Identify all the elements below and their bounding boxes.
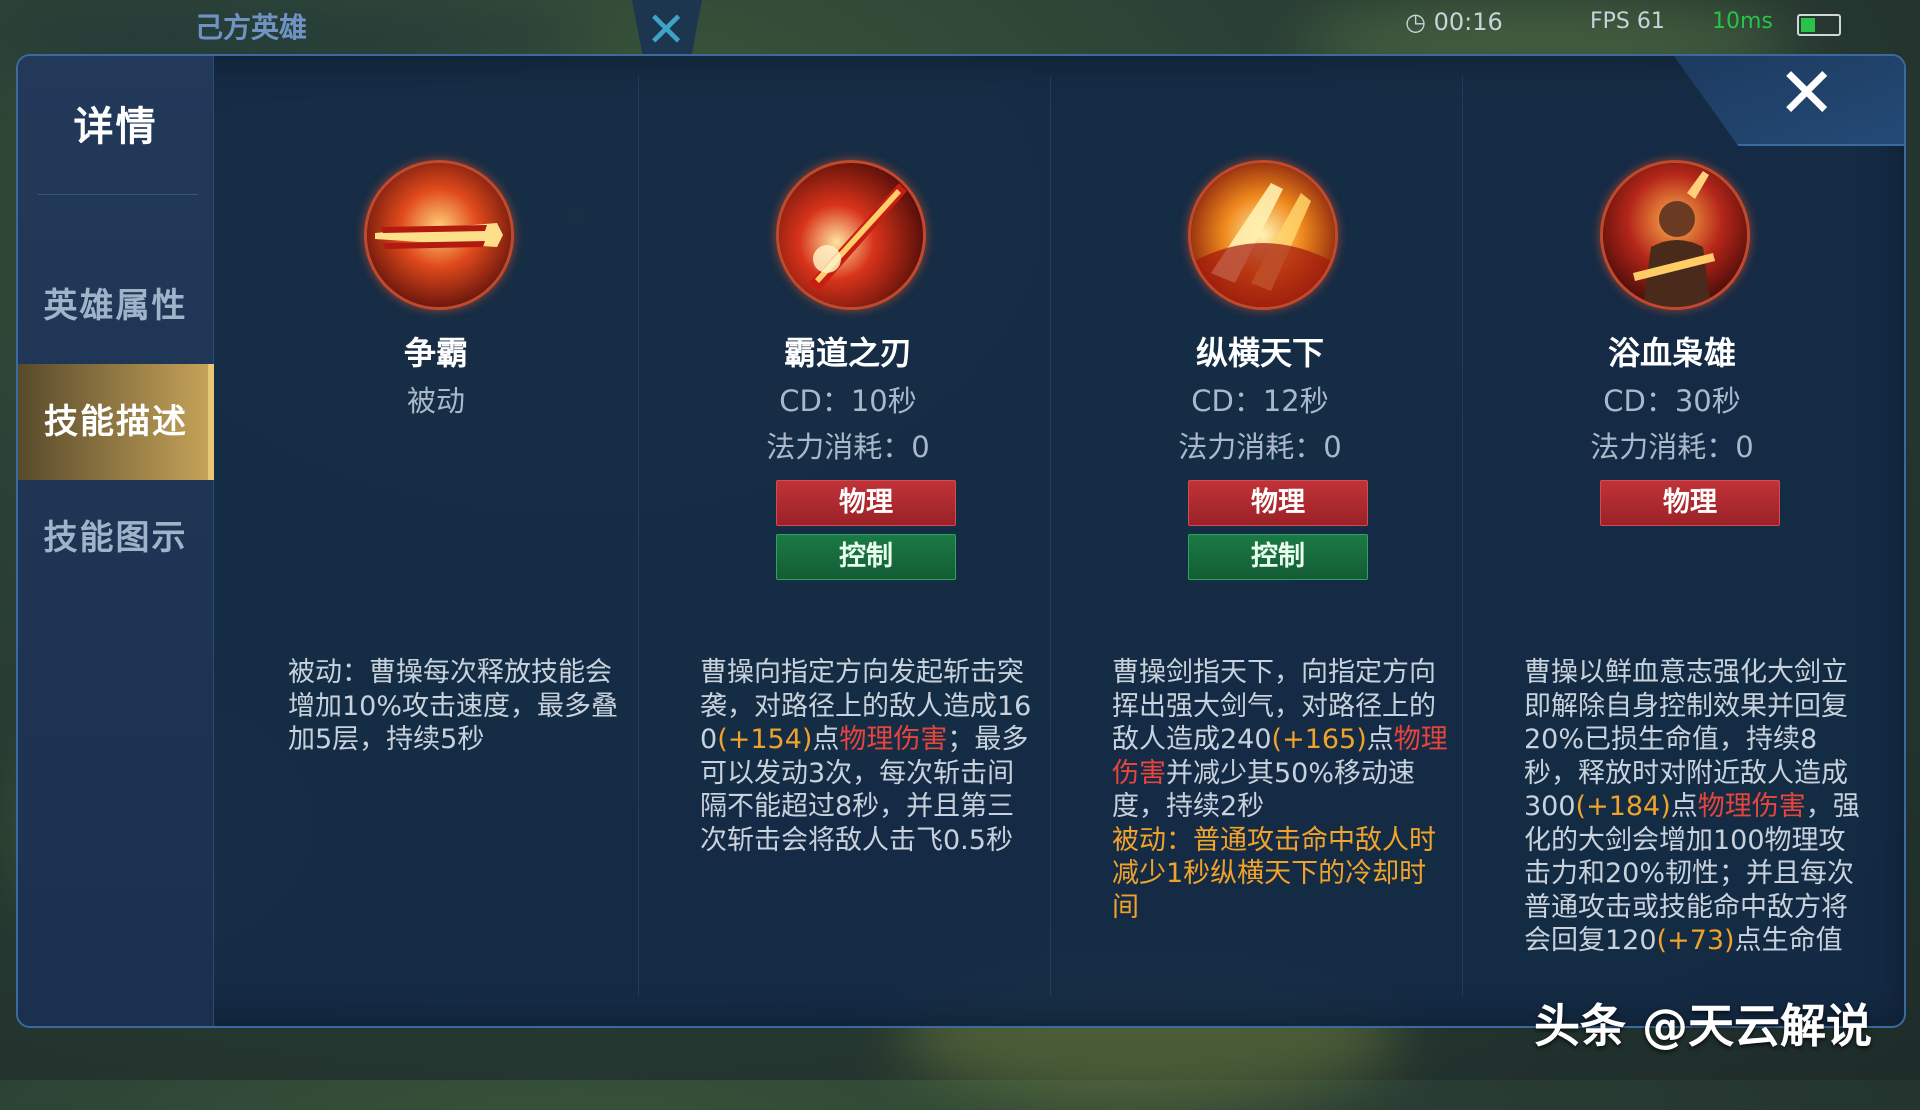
skill-name: 纵横天下: [1195, 334, 1324, 372]
skill-cooldown: CD：10秒: [779, 384, 917, 418]
skill-description: 被动：曹操每次释放技能会增加10%攻击速度，最多叠加5层，持续5秒: [288, 657, 619, 755]
skill-mana-cost: 法力消耗：0: [766, 430, 930, 464]
hero-detail-panel: 详情 英雄属性 技能描述 技能图示 ✕ 争霸 被动 被动：曹操每次释放技能会增加…: [16, 54, 1906, 1028]
skill-description: 曹操剑指天下，向指定方向挥出强大剑气，对路径上的敌人造成240(+165)点物理…: [1112, 657, 1448, 923]
skill-name: 霸道之刃: [783, 334, 912, 372]
skill-cooldown: CD：12秒: [1191, 384, 1329, 418]
skill-mana-cost: 法力消耗：0: [1178, 430, 1342, 464]
battery-icon: [1797, 14, 1841, 36]
skill-type: 被动: [406, 384, 465, 418]
sidebar-divider: [38, 194, 198, 195]
tag-physical: 物理: [1600, 480, 1780, 526]
tag-physical: 物理: [1188, 480, 1368, 526]
skill-icon-yuxuexiaoxiong[interactable]: [1600, 160, 1750, 310]
skill-name: 争霸: [403, 334, 468, 372]
fps-readout: FPS 61: [1590, 9, 1665, 34]
skill-description: 曹操向指定方向发起斩击突袭，对路径上的敌人造成160(+154)点物理伤害；最多…: [700, 657, 1032, 856]
sidebar-item-skill-description[interactable]: 技能描述: [18, 364, 214, 480]
skill-icon-badaozhiren[interactable]: [776, 160, 926, 310]
sidebar-item-hero-attributes[interactable]: 英雄属性: [18, 248, 213, 364]
skill-mana-cost: 法力消耗：0: [1590, 430, 1754, 464]
skill-columns: 争霸 被动 被动：曹操每次释放技能会增加10%攻击速度，最多叠加5层，持续5秒 …: [218, 56, 1898, 1026]
skill-icon-zhengba[interactable]: [364, 160, 514, 310]
sidebar-title: 详情: [73, 104, 158, 150]
skill-name: 浴血枭雄: [1607, 334, 1736, 372]
watermark: 头条 @天云解说: [1534, 999, 1873, 1053]
skill-card-passive: 争霸 被动 被动：曹操每次释放技能会增加10%攻击速度，最多叠加5层，持续5秒: [218, 56, 628, 1026]
tag-control: 控制: [776, 534, 956, 580]
detail-sidebar: 详情 英雄属性 技能描述 技能图示: [18, 56, 214, 1026]
sidebar-item-skill-diagram[interactable]: 技能图示: [18, 480, 213, 596]
skill-card-2: 纵横天下 CD：12秒 法力消耗：0 物理 控制 曹操剑指天下，向指定方向挥出强…: [1042, 56, 1452, 1026]
tag-control: 控制: [1188, 534, 1368, 580]
skill-card-ultimate: 浴血枭雄 CD：30秒 法力消耗：0 物理 曹操以鲜血意志强化大剑立即解除自身控…: [1454, 56, 1864, 1026]
clock-icon: ◷: [1405, 8, 1426, 36]
skill-description: 曹操以鲜血意志强化大剑立即解除自身控制效果并回复20%已损生命值，持续8秒，释放…: [1524, 657, 1860, 956]
ping-readout: 10ms: [1712, 9, 1773, 34]
tag-physical: 物理: [776, 480, 956, 526]
skill-card-1: 霸道之刃 CD：10秒 法力消耗：0 物理 控制 曹操向指定方向发起斩击突袭，对…: [630, 56, 1040, 1026]
ally-heroes-label: 己方英雄: [195, 11, 308, 44]
skill-icon-zonghengtianxia[interactable]: [1188, 160, 1338, 310]
skill-cooldown: CD：30秒: [1603, 384, 1741, 418]
crossed-swords-icon: ✕: [632, 0, 702, 55]
match-timer: ◷ 00:16: [1405, 8, 1503, 36]
game-top-bar: 己方英雄 ✕ ◷ 00:16 FPS 61 10ms: [0, 0, 1920, 55]
